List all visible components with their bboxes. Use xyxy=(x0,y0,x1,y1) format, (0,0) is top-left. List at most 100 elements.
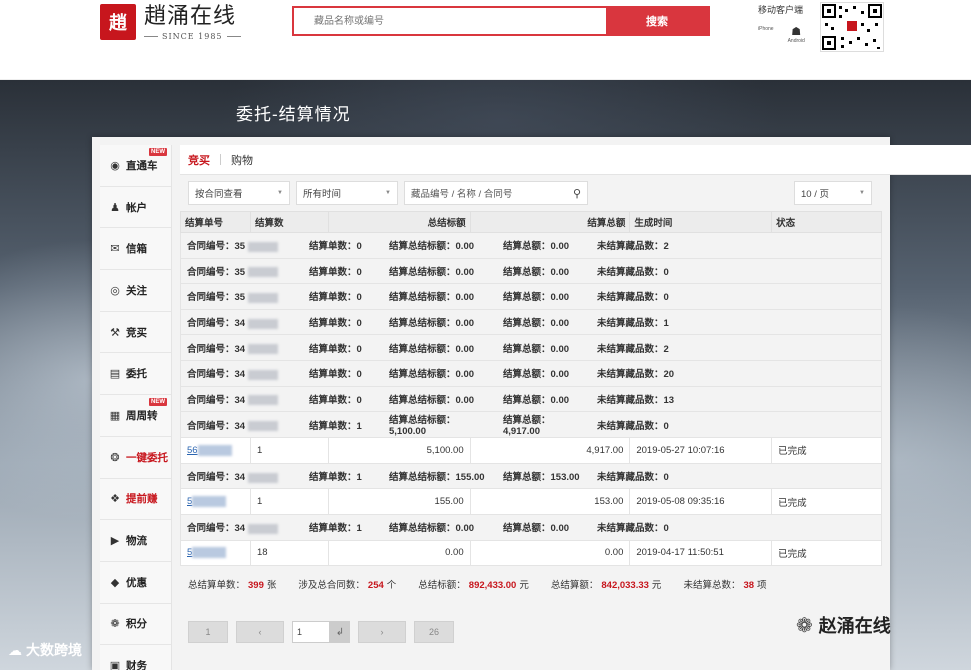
last-page-button[interactable]: 26 xyxy=(414,621,454,643)
contract-number: 合同编号：34 xyxy=(187,520,295,534)
contract-group-row: 合同编号：34 结算单数：0 结算总结标额：0.00 结算总额：0.00 未结算藏品数… xyxy=(180,334,882,361)
contract-group-row: 合同编号：35 结算单数：0 结算总结标额：0.00 结算总额：0.00 未结算藏品数… xyxy=(180,232,882,259)
contract-group-row: 合同编号：34 结算单数：0 结算总结标额：0.00 结算总额：0.00 未结算藏品数… xyxy=(180,359,882,387)
sidebar-item-points[interactable]: ❁ 积分 xyxy=(100,604,171,646)
search-icon[interactable]: ⚲ xyxy=(573,187,581,200)
contract-number: 合同编号：34 xyxy=(187,418,295,432)
summary-total-settle: 总结算单数： 399 张 xyxy=(188,580,277,591)
contract-group-row: 合同编号：35 结算单数：0 结算总结标额：0.00 结算总额：0.00 未结算藏品数… xyxy=(180,257,882,285)
sidebar-item-early-earn[interactable]: ❖ 提前赚 xyxy=(100,479,171,521)
redacted-number xyxy=(192,496,227,508)
settlement-hammer: 5,100.00 xyxy=(327,437,471,464)
settle-count: 结算单数：0 xyxy=(309,369,362,381)
settle-total: 结算总额：0.00 xyxy=(503,266,570,278)
sidebar: ◉ 直通车 NEW ♟ 帐户 ✉ 信箱 ◎ 关注 ⚒ 竞买 ▤ 委托 ▦ 周周转… xyxy=(100,145,172,670)
settlement-row: 5 1 155.00 153.00 2019-05-08 09:35:16 已完成 xyxy=(180,488,882,515)
sidebar-item-one-click-consign[interactable]: ❂ 一键委托 xyxy=(100,437,171,479)
page-jump: 1 ↲ xyxy=(292,621,350,643)
settle-count: 结算单数：1 xyxy=(309,420,362,432)
search-button[interactable]: 搜索 xyxy=(606,8,708,34)
next-page-button[interactable]: › xyxy=(358,621,406,643)
chevron-down-icon: ▼ xyxy=(385,190,391,196)
chevron-down-icon: ▼ xyxy=(277,190,283,196)
sidebar-item-logistics[interactable]: ▶ 物流 xyxy=(100,520,171,562)
time-range-select[interactable]: 所有时间 ▼ xyxy=(296,181,398,205)
redacted-number xyxy=(247,472,278,483)
tab-bar: 竞买 购物 xyxy=(180,145,971,175)
settlement-table: 结算单号 结算数 总结标额 结算总额 生成时间 状态 合同编号：35 结算单数：… xyxy=(180,211,882,567)
redacted-number xyxy=(247,344,278,355)
coins-icon: ❖ xyxy=(110,493,120,506)
contract-number: 合同编号：34 xyxy=(187,366,295,380)
sidebar-item-follow[interactable]: ◎ 关注 xyxy=(100,270,171,312)
play-circle-icon: ◉ xyxy=(110,159,120,172)
iphone-app-link[interactable]: iPhone xyxy=(758,26,774,44)
tab-shopping[interactable]: 购物 xyxy=(231,152,253,168)
page-size-select[interactable]: 10 / 页 ▼ xyxy=(794,181,872,205)
redacted-number xyxy=(192,547,227,559)
contract-number: 合同编号：34 xyxy=(187,315,295,329)
settlement-count: 1 xyxy=(249,488,329,515)
settlement-status: 已完成 xyxy=(771,488,882,515)
settle-count: 结算单数：0 xyxy=(309,241,362,253)
android-app-link[interactable]: ☗ Android xyxy=(788,26,805,44)
android-icon: ☗ xyxy=(791,26,802,38)
first-page-button[interactable]: 1 xyxy=(188,621,228,643)
col-settle-total: 结算总额 xyxy=(469,211,631,233)
contract-group-row: 合同编号：34 结算单数：1 结算总结标额：0.00 结算总额：0.00 未结算藏品数… xyxy=(180,513,882,541)
col-status: 状态 xyxy=(771,211,882,233)
go-page-button[interactable]: ↲ xyxy=(330,621,350,643)
settlement-row: 5 18 0.00 0.00 2019-04-17 11:50:51 已完成 xyxy=(180,539,882,567)
summary-bar: 总结算单数： 399 张 涉及总合同数： 254 个 总结标额： 892,433.00 元 … xyxy=(188,577,767,591)
contract-number: 合同编号：35 xyxy=(187,238,295,252)
sidebar-item-express[interactable]: ◉ 直通车 NEW xyxy=(100,145,171,187)
settle-hammer: 结算总结标额：0.00 xyxy=(389,523,475,535)
sidebar-item-finance[interactable]: ▣ 财务 xyxy=(100,645,171,670)
brand-since: SINCE 1985 xyxy=(144,32,241,41)
sidebar-item-consign[interactable]: ▤ 委托 xyxy=(100,353,171,396)
redacted-number xyxy=(247,523,278,534)
settle-count: 结算单数：0 xyxy=(309,394,362,406)
eye-icon: ◎ xyxy=(110,284,120,297)
contract-number: 合同编号：35 xyxy=(187,264,295,278)
col-settle-no: 结算单号 xyxy=(180,211,251,233)
sidebar-item-discount[interactable]: ◆ 优惠 xyxy=(100,562,171,604)
settle-hammer: 结算总结标额：0.00 xyxy=(389,343,475,355)
col-settle-count: 结算数 xyxy=(249,211,329,233)
settle-total: 结算总额：153.00 xyxy=(503,472,580,484)
settlement-link[interactable]: 5 xyxy=(180,539,251,567)
prev-page-button[interactable]: ‹ xyxy=(236,621,284,643)
item-search-input[interactable]: 藏品编号 / 名称 / 合同号 ⚲ xyxy=(404,181,588,205)
brand: 趙涌在线 SINCE 1985 xyxy=(144,4,241,41)
settle-total: 结算总额：0.00 xyxy=(503,369,570,381)
calendar-icon: ▦ xyxy=(109,409,121,422)
col-created-time: 生成时间 xyxy=(629,211,773,233)
sidebar-item-mailbox[interactable]: ✉ 信箱 xyxy=(100,228,171,271)
contract-view-select[interactable]: 按合同查看 ▼ xyxy=(188,181,290,205)
watermark-brand: ❁ 赵涌在线 xyxy=(796,613,891,637)
settle-total: 结算总额：0.00 xyxy=(503,343,570,355)
watermark-source: ☁ 大数跨境 xyxy=(8,641,82,659)
settle-total: 结算总额：0.00 xyxy=(503,318,570,330)
page-number-input[interactable]: 1 xyxy=(292,621,330,643)
tab-bidding[interactable]: 竞买 xyxy=(188,152,210,168)
tab-divider xyxy=(220,154,221,165)
search-input[interactable] xyxy=(294,8,606,34)
page-title: 委托-结算情况 xyxy=(236,105,351,124)
sidebar-item-weekly-turnover[interactable]: ▦ 周周转 NEW xyxy=(100,395,171,437)
settlement-link[interactable]: 56 xyxy=(180,437,251,464)
settle-total: 结算总额：0.00 xyxy=(503,523,570,535)
unsettled-count: 未结算藏品数：13 xyxy=(597,394,675,406)
redacted-number xyxy=(247,267,278,278)
sidebar-item-account[interactable]: ♟ 帐户 xyxy=(100,187,171,229)
sidebar-item-bidding[interactable]: ⚒ 竞买 xyxy=(100,312,171,354)
settlement-link[interactable]: 5 xyxy=(180,488,251,515)
contract-group-row: 合同编号：35 结算单数：0 结算总结标额：0.00 结算总额：0.00 未结算藏品数… xyxy=(180,283,882,310)
finance-icon: ▣ xyxy=(109,660,121,670)
summary-hammer: 总结标额： 892,433.00 元 xyxy=(418,580,529,591)
unsettled-count: 未结算藏品数：0 xyxy=(597,523,669,535)
unsettled-count: 未结算藏品数：0 xyxy=(597,420,669,432)
site-logo[interactable]: 趙 xyxy=(100,4,136,40)
settlement-status: 已完成 xyxy=(771,437,882,464)
contract-group-row: 合同编号：34 结算单数：1 结算总结标额：155.00 结算总额：153.00 未结… xyxy=(180,462,882,490)
